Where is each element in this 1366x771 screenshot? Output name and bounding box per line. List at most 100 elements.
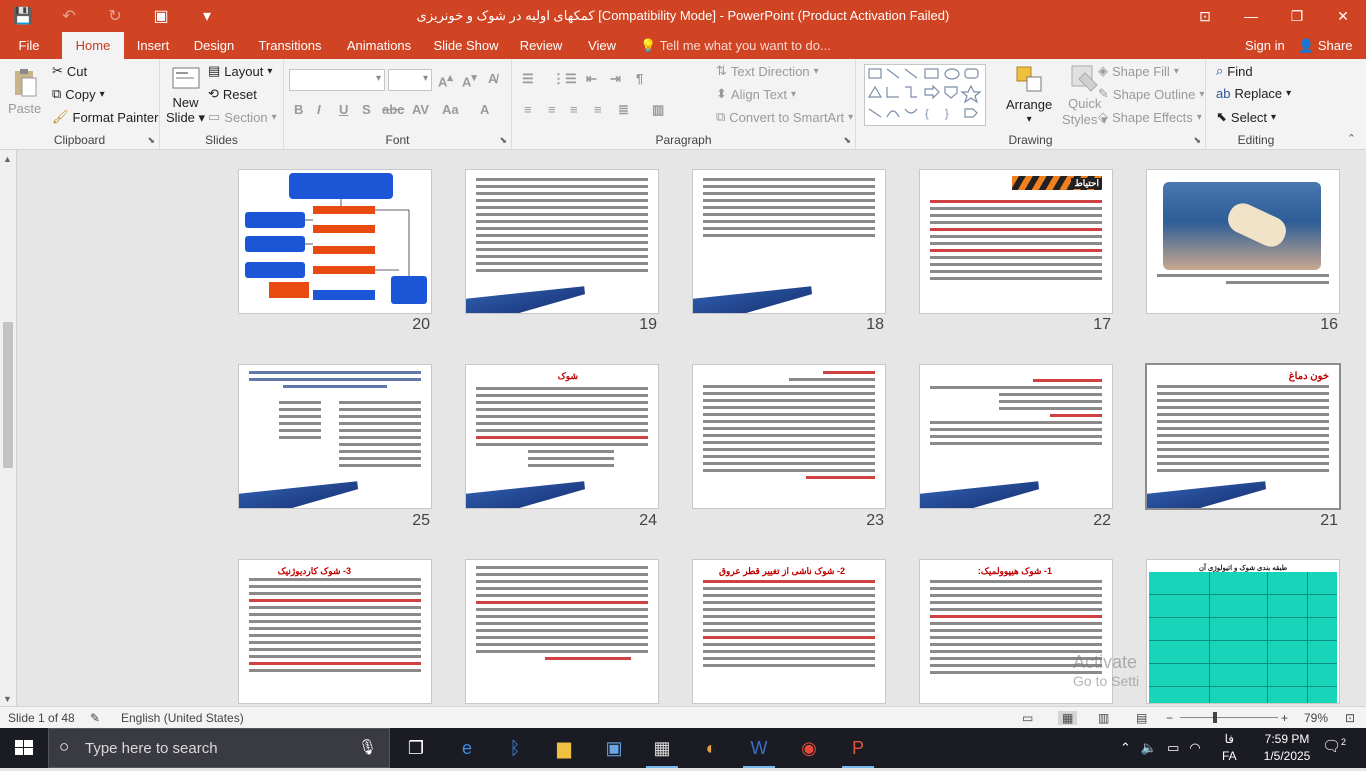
- align-right-icon[interactable]: ≡: [570, 102, 578, 117]
- increase-font-icon[interactable]: A▴: [438, 71, 453, 89]
- minimize-button[interactable]: —: [1228, 0, 1274, 32]
- calculator-app-icon[interactable]: ▦: [638, 728, 686, 768]
- restore-button[interactable]: ❐: [1274, 0, 1320, 32]
- italic-icon[interactable]: I: [317, 102, 321, 117]
- tab-file[interactable]: File: [8, 32, 50, 59]
- align-center-icon[interactable]: ≡: [548, 102, 556, 117]
- bold-icon[interactable]: B: [294, 102, 303, 117]
- battery-icon[interactable]: ▭: [1167, 740, 1179, 756]
- tell-me-box[interactable]: 💡 Tell me what you want to do...: [640, 32, 831, 59]
- numbering-icon[interactable]: ⋮☰: [552, 71, 577, 87]
- undo-icon[interactable]: ↶: [46, 6, 92, 26]
- arrange-button[interactable]: Arrange ▾: [1006, 63, 1052, 125]
- slide-thumbnail[interactable]: [692, 364, 886, 509]
- font-color-icon[interactable]: A: [480, 102, 489, 117]
- dialog-launcher-icon[interactable]: ⬊: [499, 135, 507, 146]
- tab-slide-show[interactable]: Slide Show: [430, 32, 502, 59]
- scrollbar-thumb[interactable]: [3, 322, 13, 468]
- wifi-icon[interactable]: ◠: [1189, 740, 1200, 756]
- language-status[interactable]: English (United States): [121, 711, 244, 725]
- zoom-out-icon[interactable]: −: [1166, 711, 1173, 725]
- shape-fill-button[interactable]: ◈ Shape Fill ▾: [1098, 63, 1179, 79]
- distributed-icon[interactable]: ≣: [618, 102, 629, 118]
- powerpoint-icon[interactable]: P: [834, 728, 882, 768]
- slide-thumbnail[interactable]: [692, 169, 886, 314]
- tab-animations[interactable]: Animations: [340, 32, 418, 59]
- bluetooth-icon[interactable]: ᛒ: [491, 728, 539, 768]
- zoom-slider-thumb[interactable]: [1213, 712, 1217, 723]
- network-app-icon[interactable]: ▣: [590, 728, 638, 768]
- tab-view[interactable]: View: [582, 32, 622, 59]
- layout-button[interactable]: ▤ Layout ▾: [208, 63, 272, 79]
- shape-effects-button[interactable]: ◇ Shape Effects ▾: [1098, 109, 1202, 125]
- slide-thumbnail[interactable]: طبقه بندی شوک و اتیولوژی آن: [1146, 559, 1340, 704]
- collapse-ribbon-icon[interactable]: ⌃: [1347, 132, 1356, 145]
- share-button[interactable]: 👤 Share: [1298, 32, 1353, 59]
- slide-thumbnail-selected[interactable]: خون دماغ: [1145, 363, 1341, 510]
- slide-thumbnail[interactable]: [465, 559, 659, 704]
- find-button[interactable]: ⌕ Find: [1216, 63, 1253, 79]
- slide-thumbnail[interactable]: [465, 169, 659, 314]
- chevron-up-icon[interactable]: ⌃: [1120, 740, 1131, 756]
- select-button[interactable]: ⬉ Select ▾: [1216, 109, 1276, 125]
- paint-icon[interactable]: ◐: [687, 728, 735, 768]
- convert-smartart-button[interactable]: ⧉ Convert to SmartArt ▾: [716, 109, 853, 125]
- file-explorer-icon[interactable]: ▆: [540, 728, 588, 768]
- character-spacing-icon[interactable]: AV: [412, 102, 429, 117]
- tab-transitions[interactable]: Transitions: [254, 32, 326, 59]
- microphone-icon[interactable]: 🎙: [358, 738, 377, 756]
- input-language[interactable]: فا FA: [1222, 731, 1237, 765]
- tab-review[interactable]: Review: [516, 32, 566, 59]
- copy-button[interactable]: ⧉ Copy ▾: [52, 86, 105, 102]
- clock[interactable]: 7:59 PM 1/5/2025: [1254, 731, 1320, 765]
- taskbar-search-box[interactable]: ○ Type here to search 🎙: [48, 728, 390, 768]
- ribbon-display-options-icon[interactable]: ⊡: [1182, 0, 1228, 32]
- tab-insert[interactable]: Insert: [128, 32, 178, 59]
- chrome-icon[interactable]: ◉: [785, 728, 833, 768]
- reading-view-icon[interactable]: ▥: [1098, 711, 1109, 725]
- slide-thumbnail[interactable]: 3- شوک کاردیوژنیک: [238, 559, 432, 704]
- reset-button[interactable]: ⟲ Reset: [208, 86, 257, 102]
- scroll-up-icon[interactable]: ▲: [3, 154, 12, 164]
- edge-icon[interactable]: e: [443, 728, 491, 768]
- decrease-font-icon[interactable]: A▾: [462, 71, 477, 89]
- zoom-in-icon[interactable]: +: [1281, 711, 1288, 725]
- rtl-icon[interactable]: ¶: [636, 71, 643, 86]
- paste-button[interactable]: Paste: [8, 67, 41, 116]
- slide-thumbnail[interactable]: [238, 364, 432, 509]
- close-button[interactable]: ✕: [1320, 0, 1366, 32]
- start-button[interactable]: [0, 728, 48, 768]
- slide-thumbnail[interactable]: شوک: [465, 364, 659, 509]
- cut-button[interactable]: ✂ Cut: [52, 63, 87, 79]
- new-slide-button[interactable]: New Slide ▾: [166, 63, 205, 126]
- clear-formatting-icon[interactable]: A̸: [488, 71, 497, 86]
- customize-qat-icon[interactable]: ▾: [184, 6, 230, 26]
- start-from-beginning-icon[interactable]: ▣: [138, 6, 184, 26]
- justify-icon[interactable]: ≡: [594, 102, 602, 117]
- save-icon[interactable]: 💾: [0, 6, 46, 26]
- align-text-button[interactable]: ⬍ Align Text ▾: [716, 86, 796, 102]
- slide-thumbnail[interactable]: احتیاط: [919, 169, 1113, 314]
- vertical-scrollbar[interactable]: ▲ ▼: [0, 150, 17, 706]
- notifications-icon[interactable]: 🗨2: [1322, 737, 1346, 755]
- slide-thumbnail[interactable]: [919, 364, 1113, 509]
- replace-button[interactable]: ab Replace ▾: [1216, 86, 1291, 101]
- section-button[interactable]: ▭ Section ▾: [208, 109, 277, 125]
- shadow-icon[interactable]: S: [362, 102, 371, 117]
- dialog-launcher-icon[interactable]: ⬊: [843, 135, 851, 146]
- dialog-launcher-icon[interactable]: ⬊: [147, 135, 155, 146]
- shape-outline-button[interactable]: ✎ Shape Outline ▾: [1098, 86, 1204, 102]
- tab-home[interactable]: Home: [62, 32, 124, 59]
- slide-thumbnail[interactable]: [238, 169, 432, 314]
- columns-icon[interactable]: ▥: [652, 102, 664, 118]
- increase-indent-icon[interactable]: ⇥: [610, 71, 621, 87]
- font-size-combo[interactable]: [388, 69, 432, 91]
- align-left-icon[interactable]: ≡: [524, 102, 532, 117]
- slide-thumbnail[interactable]: 2- شوک ناشی از تغییر قطر عروق: [692, 559, 886, 704]
- task-view-icon[interactable]: ❐: [392, 728, 440, 768]
- shapes-gallery[interactable]: {}: [864, 64, 986, 126]
- zoom-level[interactable]: 79%: [1304, 711, 1328, 725]
- format-painter-button[interactable]: 🖌 Format Painter: [52, 109, 159, 125]
- dialog-launcher-icon[interactable]: ⬊: [1193, 135, 1201, 146]
- slideshow-icon[interactable]: ▤: [1136, 711, 1147, 725]
